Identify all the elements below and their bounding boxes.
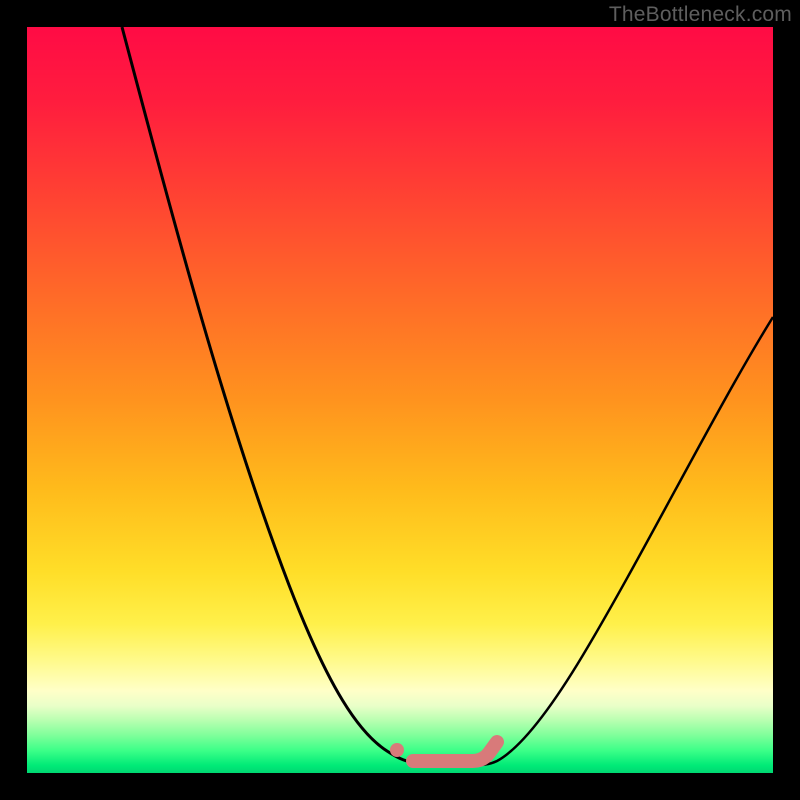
left-curve	[122, 27, 417, 763]
watermark-text: TheBottleneck.com	[609, 3, 792, 27]
right-curve	[473, 317, 773, 765]
highlight-dot	[390, 743, 404, 757]
outer-frame: TheBottleneck.com	[0, 0, 800, 800]
highlight-segment	[413, 742, 497, 761]
curve-layer	[27, 27, 773, 773]
plot-area	[27, 27, 773, 773]
